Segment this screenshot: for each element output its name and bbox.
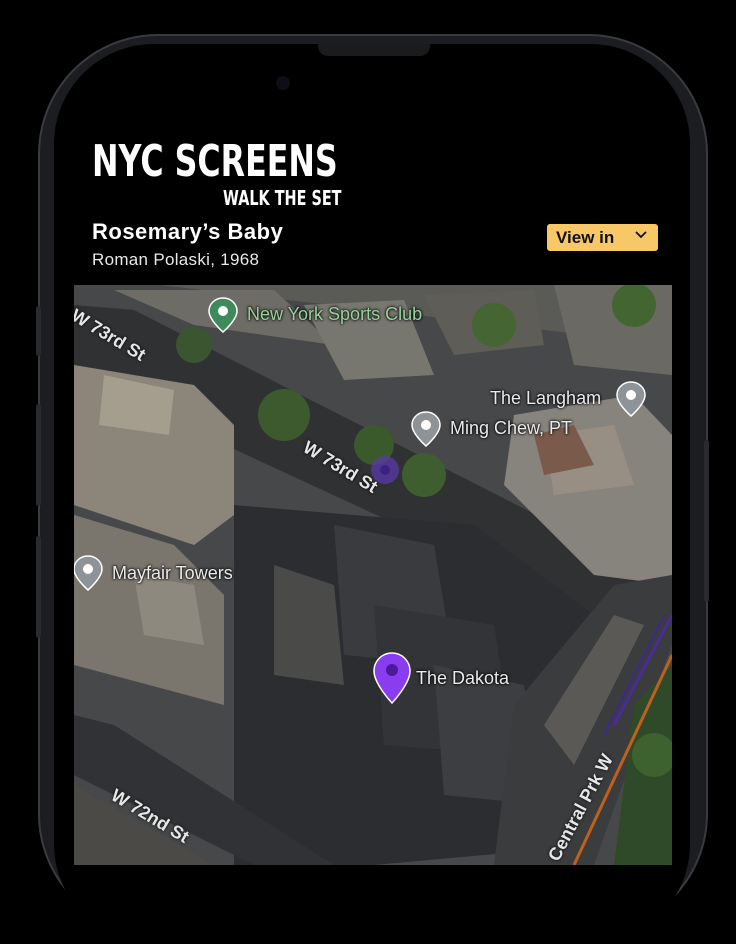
place-label-mayfair-towers[interactable]: Mayfair Towers [112,563,233,584]
view-in-label: View in [556,228,615,247]
map-pin-gray-icon[interactable] [410,411,442,447]
volume-down-button [36,536,41,638]
chevron-down-icon [635,231,647,239]
satellite-map[interactable]: W 73rd St W 73rd St W 72nd St Central Pr… [74,285,672,865]
power-button [704,440,709,602]
film-director-year: Roman Polaski, 1968 [92,250,260,269]
map-pin-green-icon[interactable] [207,297,239,333]
place-label-ming-chew[interactable]: Ming Chew, PT [450,418,572,439]
place-label-new-york-sports-club[interactable]: New York Sports Club [247,304,422,325]
volume-up-button [36,404,41,506]
map-pin-selected-icon[interactable] [372,651,412,705]
speaker-grille [318,44,430,56]
map-pin-gray-icon[interactable] [615,381,647,417]
brand-title: NYC SCREENS [92,136,338,187]
film-title: Rosemary’s Baby [92,219,284,244]
place-label-the-langham[interactable]: The Langham [490,388,601,409]
map-pin-purple-faded-icon[interactable] [370,455,400,485]
place-label-the-dakota[interactable]: The Dakota [416,668,509,689]
mute-switch [36,306,41,356]
brand-subtitle: WALK THE SET [223,186,342,210]
view-in-dropdown-button[interactable]: View in [547,224,658,251]
front-camera [276,76,290,90]
map-pin-gray-icon[interactable] [74,555,104,591]
